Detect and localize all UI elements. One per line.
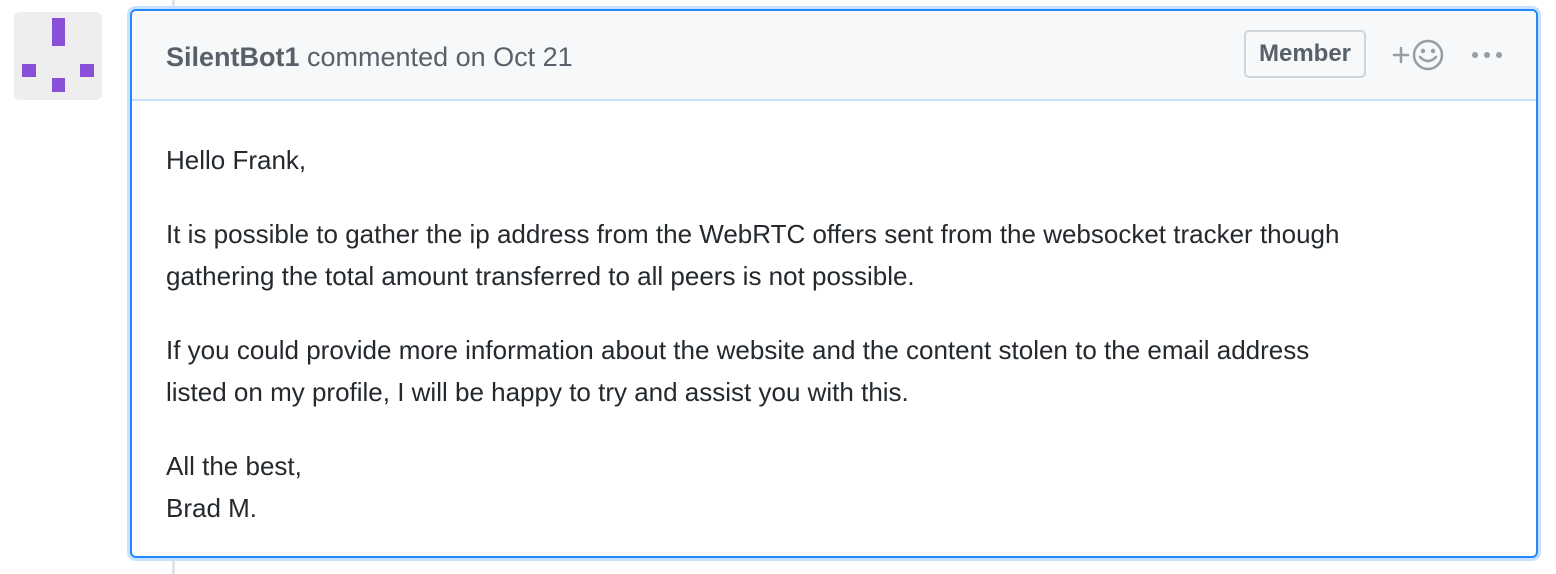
comment-signature: Brad M.	[166, 493, 258, 523]
comment-timestamp[interactable]: commented on Oct 21	[307, 42, 573, 72]
more-options-button[interactable]	[1470, 47, 1504, 63]
comment-paragraph-line: If you could provide more information ab…	[166, 335, 1310, 365]
comment-signoff: All the best, Brad M.	[166, 445, 1506, 529]
comment-body: Hello Frank, It is possible to gather th…	[166, 139, 1506, 556]
comment-paragraph-line: gathering the total amount transferred t…	[166, 261, 915, 291]
comment-author-link[interactable]: SilentBot1	[166, 42, 300, 72]
add-reaction-button[interactable]	[1390, 37, 1450, 73]
comment-paragraph-line: It is possible to gather the ip address …	[166, 219, 1340, 249]
identicon-avatar	[22, 18, 94, 92]
comment-header-text: SilentBot1 commented on Oct 21	[166, 40, 573, 74]
comment-greeting: Hello Frank,	[166, 145, 307, 175]
comment-header: SilentBot1 commented on Oct 21 Member	[132, 11, 1536, 101]
member-badge: Member	[1244, 30, 1366, 78]
comment-closing: All the best,	[166, 451, 302, 481]
comment-paragraph-line: listed on my profile, I will be happy to…	[166, 377, 909, 407]
kebab-horizontal-icon	[1472, 52, 1502, 58]
avatar[interactable]	[14, 12, 102, 100]
add-reaction-smiley-icon	[1392, 39, 1444, 71]
comment-box: SilentBot1 commented on Oct 21 Member He…	[130, 9, 1538, 558]
comment-paragraph: It is possible to gather the ip address …	[166, 213, 1506, 297]
comment-paragraph: If you could provide more information ab…	[166, 329, 1506, 413]
